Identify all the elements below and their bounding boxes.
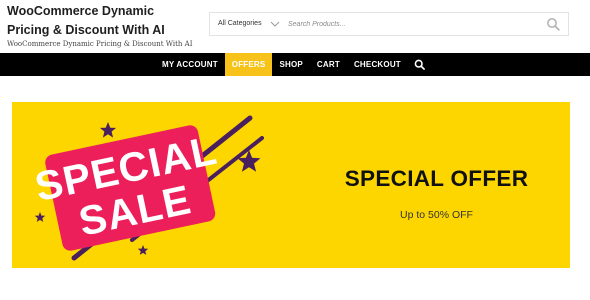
search-input[interactable] xyxy=(288,13,528,35)
sale-tag: SPECIAL SALE xyxy=(31,125,221,251)
nav-item-cart[interactable]: CART xyxy=(310,53,347,76)
nav-item-checkout[interactable]: CHECKOUT xyxy=(347,53,408,76)
nav-item-offers[interactable]: OFFERS xyxy=(224,53,273,76)
product-search: All Categories xyxy=(209,12,569,36)
star-icon xyxy=(99,122,117,138)
banner-title: SPECIAL OFFER xyxy=(344,166,529,191)
chevron-down-icon[interactable] xyxy=(270,20,280,28)
search-icon xyxy=(415,59,426,70)
site-title[interactable]: WooCommerce Dynamic Pricing & Discount W… xyxy=(7,2,197,40)
special-offer-banner[interactable]: SPECIAL SALE SPECIAL OFFER Up to 50% OFF xyxy=(12,102,570,268)
banner-subtitle: Up to 50% OFF xyxy=(400,209,473,221)
nav-item-my-account[interactable]: MY ACCOUNT xyxy=(155,53,225,76)
nav-item-shop[interactable]: SHOP xyxy=(272,53,309,76)
special-sale-graphic: SPECIAL SALE xyxy=(31,115,264,261)
site-header: WooCommerce Dynamic Pricing & Discount W… xyxy=(0,0,590,52)
main-nav: MY ACCOUNT OFFERS SHOP CART CHECKOUT xyxy=(0,53,590,76)
nav-menu: MY ACCOUNT OFFERS SHOP CART CHECKOUT xyxy=(155,53,432,76)
star-icon xyxy=(137,245,149,255)
category-select[interactable]: All Categories xyxy=(218,13,262,35)
site-tagline: WooCommerce Dynamic Pricing & Discount W… xyxy=(7,40,193,48)
nav-search-button[interactable] xyxy=(408,53,432,76)
star-icon xyxy=(34,212,46,222)
search-icon[interactable] xyxy=(546,17,560,31)
